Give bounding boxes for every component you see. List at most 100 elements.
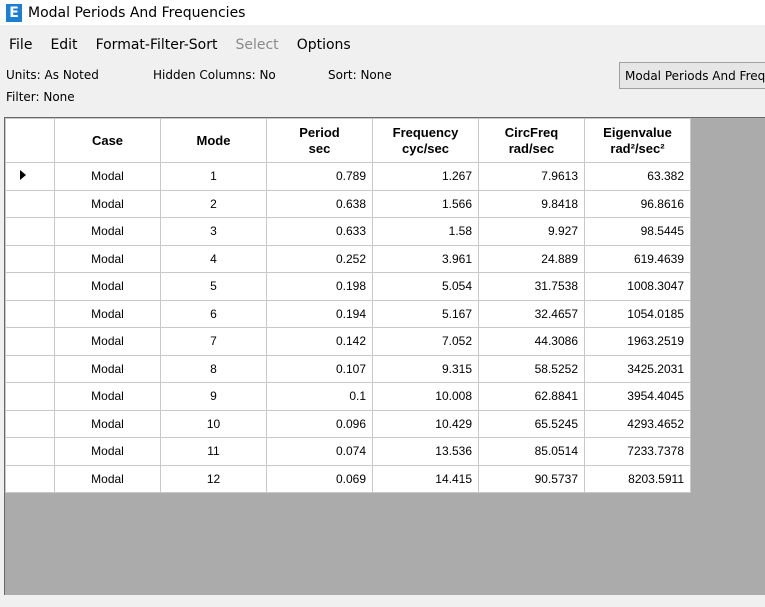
table-row[interactable]: Modal 8 0.107 9.315 58.5252 3425.2031 (5, 354, 691, 383)
cell-case[interactable]: Modal (54, 299, 161, 328)
cell-case[interactable]: Modal (54, 437, 161, 466)
cell-frequency[interactable]: 1.267 (372, 162, 479, 191)
table-row[interactable]: Modal 4 0.252 3.961 24.889 619.4639 (5, 244, 691, 273)
cell-period[interactable]: 0.252 (266, 244, 373, 273)
row-selector-header[interactable] (5, 118, 55, 163)
column-header-mode[interactable]: Mode (160, 118, 267, 163)
cell-period[interactable]: 0.198 (266, 272, 373, 301)
row-selector[interactable] (5, 217, 55, 246)
cell-period[interactable]: 0.638 (266, 189, 373, 218)
cell-period[interactable]: 0.096 (266, 409, 373, 438)
cell-mode[interactable]: 8 (160, 354, 267, 383)
table-row[interactable]: Modal 5 0.198 5.054 31.7538 1008.3047 (5, 272, 691, 301)
cell-case[interactable]: Modal (54, 272, 161, 301)
cell-frequency[interactable]: 1.58 (372, 217, 479, 246)
cell-mode[interactable]: 9 (160, 382, 267, 411)
cell-period[interactable]: 0.633 (266, 217, 373, 246)
cell-mode[interactable]: 7 (160, 327, 267, 356)
cell-eigenvalue[interactable]: 4293.4652 (584, 409, 691, 438)
cell-period[interactable]: 0.107 (266, 354, 373, 383)
cell-circfreq[interactable]: 7.9613 (478, 162, 585, 191)
cell-mode[interactable]: 2 (160, 189, 267, 218)
cell-frequency[interactable]: 10.429 (372, 409, 479, 438)
cell-eigenvalue[interactable]: 8203.5911 (584, 464, 691, 493)
table-row[interactable]: Modal 1 0.789 1.267 7.9613 63.382 (5, 162, 691, 191)
cell-case[interactable]: Modal (54, 382, 161, 411)
cell-mode[interactable]: 5 (160, 272, 267, 301)
cell-eigenvalue[interactable]: 3425.2031 (584, 354, 691, 383)
cell-circfreq[interactable]: 32.4657 (478, 299, 585, 328)
cell-mode[interactable]: 12 (160, 464, 267, 493)
row-selector[interactable] (5, 189, 55, 218)
cell-period[interactable]: 0.194 (266, 299, 373, 328)
column-header-case[interactable]: Case (54, 118, 161, 163)
table-row[interactable]: Modal 11 0.074 13.536 85.0514 7233.7378 (5, 437, 691, 466)
cell-case[interactable]: Modal (54, 189, 161, 218)
cell-frequency[interactable]: 7.052 (372, 327, 479, 356)
cell-case[interactable]: Modal (54, 409, 161, 438)
cell-frequency[interactable]: 10.008 (372, 382, 479, 411)
cell-mode[interactable]: 6 (160, 299, 267, 328)
cell-case[interactable]: Modal (54, 244, 161, 273)
cell-frequency[interactable]: 5.054 (372, 272, 479, 301)
cell-frequency[interactable]: 9.315 (372, 354, 479, 383)
table-selector-dropdown[interactable]: Modal Periods And Frequencies (619, 62, 765, 89)
cell-eigenvalue[interactable]: 1008.3047 (584, 272, 691, 301)
row-selector[interactable] (5, 464, 55, 493)
table-row[interactable]: Modal 2 0.638 1.566 9.8418 96.8616 (5, 189, 691, 218)
cell-case[interactable]: Modal (54, 464, 161, 493)
table-row[interactable]: Modal 7 0.142 7.052 44.3086 1963.2519 (5, 327, 691, 356)
row-selector[interactable] (5, 244, 55, 273)
cell-circfreq[interactable]: 9.927 (478, 217, 585, 246)
cell-period[interactable]: 0.069 (266, 464, 373, 493)
cell-eigenvalue[interactable]: 1963.2519 (584, 327, 691, 356)
column-header-frequency[interactable]: Frequency cyc/sec (372, 118, 479, 163)
cell-frequency[interactable]: 3.961 (372, 244, 479, 273)
cell-case[interactable]: Modal (54, 217, 161, 246)
cell-frequency[interactable]: 14.415 (372, 464, 479, 493)
row-selector[interactable] (5, 382, 55, 411)
row-selector[interactable] (5, 327, 55, 356)
cell-eigenvalue[interactable]: 619.4639 (584, 244, 691, 273)
row-selector[interactable] (5, 272, 55, 301)
menu-edit[interactable]: Edit (41, 37, 86, 53)
cell-period[interactable]: 0.074 (266, 437, 373, 466)
cell-mode[interactable]: 1 (160, 162, 267, 191)
row-selector[interactable] (5, 299, 55, 328)
column-header-period[interactable]: Period sec (266, 118, 373, 163)
cell-frequency[interactable]: 1.566 (372, 189, 479, 218)
cell-circfreq[interactable]: 31.7538 (478, 272, 585, 301)
cell-eigenvalue[interactable]: 3954.4045 (584, 382, 691, 411)
column-header-circfreq[interactable]: CircFreq rad/sec (478, 118, 585, 163)
row-selector[interactable] (5, 162, 55, 191)
cell-circfreq[interactable]: 58.5252 (478, 354, 585, 383)
menu-options[interactable]: Options (288, 37, 360, 53)
table-row[interactable]: Modal 9 0.1 10.008 62.8841 3954.4045 (5, 382, 691, 411)
cell-mode[interactable]: 10 (160, 409, 267, 438)
cell-circfreq[interactable]: 85.0514 (478, 437, 585, 466)
cell-frequency[interactable]: 13.536 (372, 437, 479, 466)
cell-eigenvalue[interactable]: 98.5445 (584, 217, 691, 246)
table-row[interactable]: Modal 3 0.633 1.58 9.927 98.5445 (5, 217, 691, 246)
row-selector[interactable] (5, 437, 55, 466)
cell-circfreq[interactable]: 9.8418 (478, 189, 585, 218)
cell-circfreq[interactable]: 24.889 (478, 244, 585, 273)
cell-case[interactable]: Modal (54, 327, 161, 356)
cell-circfreq[interactable]: 44.3086 (478, 327, 585, 356)
table-row[interactable]: Modal 6 0.194 5.167 32.4657 1054.0185 (5, 299, 691, 328)
cell-case[interactable]: Modal (54, 162, 161, 191)
cell-eigenvalue[interactable]: 96.8616 (584, 189, 691, 218)
menu-format-filter-sort[interactable]: Format-Filter-Sort (87, 37, 227, 53)
cell-circfreq[interactable]: 90.5737 (478, 464, 585, 493)
cell-mode[interactable]: 4 (160, 244, 267, 273)
cell-mode[interactable]: 3 (160, 217, 267, 246)
cell-eigenvalue[interactable]: 1054.0185 (584, 299, 691, 328)
cell-eigenvalue[interactable]: 63.382 (584, 162, 691, 191)
cell-period[interactable]: 0.789 (266, 162, 373, 191)
cell-period[interactable]: 0.1 (266, 382, 373, 411)
cell-eigenvalue[interactable]: 7233.7378 (584, 437, 691, 466)
cell-circfreq[interactable]: 65.5245 (478, 409, 585, 438)
table-row[interactable]: Modal 12 0.069 14.415 90.5737 8203.5911 (5, 464, 691, 493)
cell-frequency[interactable]: 5.167 (372, 299, 479, 328)
cell-period[interactable]: 0.142 (266, 327, 373, 356)
